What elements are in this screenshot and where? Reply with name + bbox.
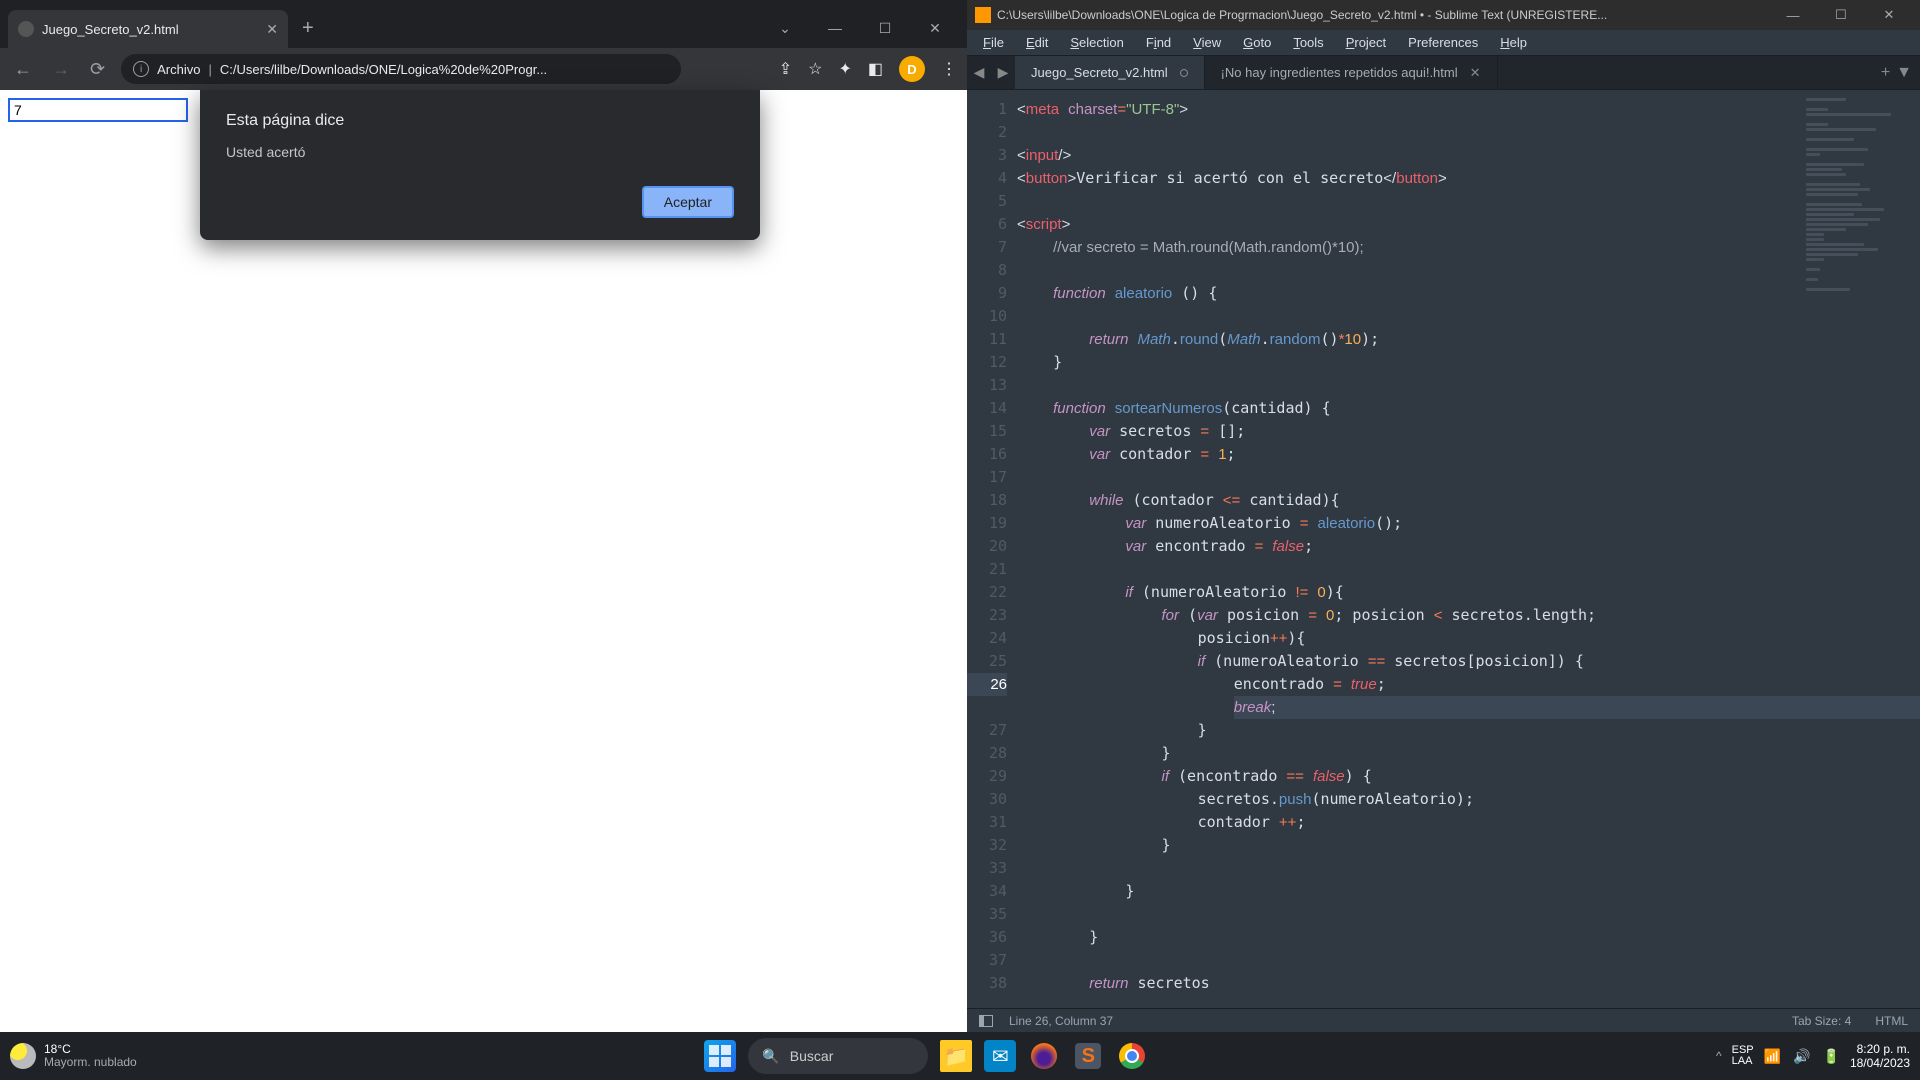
sidebar-toggle-icon[interactable] (979, 1015, 993, 1027)
tray-chevron-icon[interactable]: ^ (1716, 1049, 1722, 1063)
chrome-taskbar-icon[interactable] (1116, 1040, 1148, 1072)
menu-edit[interactable]: Edit (1016, 32, 1058, 53)
modified-indicator-icon (1180, 69, 1188, 77)
chrome-maximize-button[interactable]: ☐ (861, 14, 909, 42)
sublime-maximize-button[interactable]: ☐ (1818, 0, 1864, 30)
editor-tab-ingredientes[interactable]: ¡No hay ingredientes repetidos aqui!.htm… (1205, 56, 1498, 89)
sidepanel-icon[interactable]: ◧ (868, 59, 883, 79)
tab-nav-back[interactable]: ◀ (967, 56, 991, 89)
browser-tab[interactable]: Juego_Secreto_v2.html ✕ (8, 10, 288, 48)
chrome-chevron-icon[interactable]: ⌄ (761, 14, 809, 42)
menu-find[interactable]: Find (1136, 32, 1181, 53)
chrome-close-button[interactable]: ✕ (911, 14, 959, 42)
firefox-icon[interactable] (1028, 1040, 1060, 1072)
dialog-accept-button[interactable]: Aceptar (642, 186, 734, 218)
taskbar-search[interactable]: 🔍 Buscar (748, 1038, 928, 1074)
minimap[interactable] (1806, 98, 1906, 358)
tab-dropdown-icon[interactable]: ▼ (1896, 64, 1912, 82)
sublime-close-button[interactable]: ✕ (1866, 0, 1912, 30)
status-syntax[interactable]: HTML (1875, 1014, 1908, 1028)
sublime-title-text: C:\Users\lilbe\Downloads\ONE\Logica de P… (997, 8, 1607, 22)
omnibox-url: C:/Users/lilbe/Downloads/ONE/Logica%20de… (220, 62, 547, 77)
chrome-minimize-button[interactable]: — (811, 14, 859, 42)
start-button[interactable] (704, 1040, 736, 1072)
clock[interactable]: 8:20 p. m. 18/04/2023 (1850, 1042, 1910, 1071)
menu-tools[interactable]: Tools (1283, 32, 1333, 53)
tab-close-icon[interactable]: ✕ (1470, 65, 1481, 81)
page-content: Esta página dice Usted acertó Aceptar (0, 90, 967, 1032)
dialog-title: Esta página dice (226, 112, 734, 130)
menu-file[interactable]: File (973, 32, 1014, 53)
reload-button[interactable]: ⟳ (86, 55, 109, 84)
editor-tab-juego-secreto[interactable]: Juego_Secreto_v2.html (1015, 56, 1205, 89)
menu-goto[interactable]: Goto (1233, 32, 1281, 53)
menu-view[interactable]: View (1183, 32, 1231, 53)
search-icon: 🔍 (762, 1048, 779, 1065)
extensions-icon[interactable]: ✦ (838, 59, 851, 79)
weather-desc: Mayorm. nublado (44, 1056, 137, 1069)
omnibox-label: Archivo (157, 62, 200, 77)
menu-preferences[interactable]: Preferences (1398, 32, 1488, 53)
favicon-icon (18, 21, 34, 37)
wifi-icon[interactable]: 📶 (1764, 1048, 1781, 1065)
omnibox[interactable]: i Archivo | C:/Users/lilbe/Downloads/ONE… (121, 54, 681, 84)
sublime-status-bar: Line 26, Column 37 Tab Size: 4 HTML (967, 1008, 1920, 1032)
weather-icon (10, 1043, 36, 1069)
menu-help[interactable]: Help (1490, 32, 1537, 53)
back-button[interactable]: ← (10, 55, 36, 84)
tab-close-icon[interactable]: ✕ (266, 21, 278, 38)
status-tabsize[interactable]: Tab Size: 4 (1792, 1014, 1851, 1028)
volume-icon[interactable]: 🔊 (1793, 1048, 1810, 1065)
status-line-col: Line 26, Column 37 (1009, 1014, 1113, 1028)
explorer-icon[interactable]: 📁 (940, 1040, 972, 1072)
code-editor[interactable]: <meta charset="UTF-8"> <input/> <button>… (1017, 90, 1920, 1008)
line-gutter: 1234567891011121314151617181920212223242… (967, 90, 1017, 1008)
chrome-menu-icon[interactable]: ⋮ (941, 59, 957, 79)
weather-widget[interactable]: 18°C Mayorm. nublado (10, 1043, 137, 1069)
menu-project[interactable]: Project (1336, 32, 1396, 53)
js-alert-dialog: Esta página dice Usted acertó Aceptar (200, 90, 760, 240)
keyboard-layout[interactable]: ESP LAA (1732, 1045, 1754, 1067)
battery-icon[interactable]: 🔋 (1823, 1048, 1840, 1065)
share-icon[interactable]: ⇪ (779, 59, 792, 79)
sublime-app-icon (975, 7, 991, 23)
sublime-title-bar: C:\Users\lilbe\Downloads\ONE\Logica de P… (967, 0, 1920, 30)
mail-icon[interactable]: ✉ (984, 1040, 1016, 1072)
sublime-minimize-button[interactable]: — (1770, 0, 1816, 30)
site-info-icon[interactable]: i (133, 61, 149, 77)
profile-avatar[interactable]: D (899, 56, 925, 82)
forward-button[interactable]: → (48, 55, 74, 84)
secret-number-input[interactable] (8, 98, 188, 122)
new-tab-button[interactable]: + (288, 9, 328, 48)
new-tab-icon[interactable]: + (1881, 64, 1890, 82)
sublime-menu-bar: File Edit Selection Find View Goto Tools… (967, 30, 1920, 56)
bookmark-icon[interactable]: ☆ (808, 59, 822, 79)
sublime-taskbar-icon[interactable]: S (1072, 1040, 1104, 1072)
menu-selection[interactable]: Selection (1060, 32, 1133, 53)
dialog-message: Usted acertó (226, 144, 734, 160)
windows-taskbar: 18°C Mayorm. nublado 🔍 Buscar 📁 ✉ S ^ ES… (0, 1032, 1920, 1080)
tab-title: Juego_Secreto_v2.html (42, 22, 179, 37)
tab-nav-forward[interactable]: ▶ (991, 56, 1015, 89)
